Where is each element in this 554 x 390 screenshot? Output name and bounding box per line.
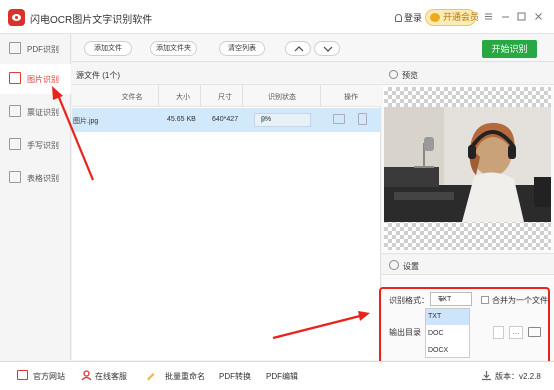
version-label: 版本：v2.2.8 (495, 372, 541, 381)
bottom-bar: 官方网站 在线客服 批量重命名 PDF转换 PDF编辑 版本：v2.2.8 (0, 361, 554, 390)
column-header-dimensions: 尺寸 (218, 94, 232, 101)
website-link[interactable]: 官方网站 (33, 371, 65, 382)
add-file-button[interactable]: 添加文件 (84, 41, 132, 56)
sidebar-item-image[interactable]: 图片识别 (0, 64, 71, 94)
chevron-down-icon (323, 46, 333, 52)
annotation-highlight-box (379, 287, 550, 365)
crown-icon (430, 13, 440, 22)
batch-rename-link[interactable]: 批量重命名 (165, 371, 205, 382)
title-bar: 闪电OCR图片文字识别软件 登录 开通会员 (0, 0, 554, 34)
login-button[interactable]: 登录 (395, 11, 422, 24)
login-label: 登录 (404, 13, 423, 23)
column-header-row: 文件名 大小 尺寸 识别状态 操作 (72, 85, 381, 107)
ticket-icon (9, 105, 21, 117)
file-list-panel: 源文件 (1个) 文件名 大小 尺寸 识别状态 操作 图片.jpg 45.65 … (72, 63, 381, 360)
sidebar-item-label: 手写识别 (27, 141, 59, 150)
column-header-name: 文件名 (121, 94, 143, 101)
chevron-up-icon (294, 46, 304, 52)
column-divider (242, 85, 243, 107)
play-icon[interactable] (261, 117, 266, 123)
sidebar-item-label: PDF识别 (27, 45, 59, 54)
clear-list-button[interactable]: 清空列表 (219, 41, 265, 56)
support-link[interactable]: 在线客服 (95, 371, 127, 382)
move-down-button[interactable] (314, 41, 340, 56)
source-files-title: 源文件 (1个) (76, 71, 120, 80)
column-header-status: 识别状态 (268, 94, 296, 101)
preview-header: 预览 (382, 63, 554, 85)
start-recognition-button[interactable]: 开始识别 (482, 40, 537, 58)
rename-icon (145, 370, 156, 381)
app-title: 闪电OCR图片文字识别软件 (30, 15, 153, 26)
column-divider (200, 85, 201, 107)
menu-icon[interactable] (483, 11, 494, 22)
pdf-icon (9, 42, 21, 54)
settings-header: 设置 (382, 253, 554, 275)
sidebar-item-label: 图片识别 (27, 75, 59, 84)
sidebar-item-handwriting[interactable]: 手写识别 (0, 130, 71, 160)
vip-button[interactable]: 开通会员 (425, 9, 480, 26)
preview-photo (384, 107, 551, 222)
pdf-edit-link[interactable]: PDF编辑 (266, 371, 298, 382)
file-name-cell: 图片.jpg (73, 118, 99, 125)
download-icon (481, 370, 492, 381)
table-row[interactable]: 图片.jpg 45.65 KB 640*427 0% (72, 108, 381, 132)
move-up-button[interactable] (285, 41, 311, 56)
file-size-cell: 45.65 KB (167, 116, 196, 123)
preview-title: 预览 (402, 71, 418, 80)
settings-title: 设置 (403, 262, 419, 271)
column-header-actions: 操作 (344, 94, 358, 101)
gear-icon (389, 260, 399, 270)
pdf-convert-link[interactable]: PDF转换 (219, 371, 251, 382)
sidebar-item-pdf[interactable]: PDF识别 (0, 34, 71, 64)
minimize-icon[interactable] (500, 11, 511, 22)
sidebar-item-label: 表格识别 (27, 174, 59, 183)
eye-icon (389, 70, 398, 79)
vip-label: 开通会员 (443, 12, 480, 22)
file-dimensions-cell: 640*427 (212, 116, 239, 123)
column-divider (158, 85, 159, 107)
recognition-progress: 0% (254, 113, 311, 127)
table-icon (9, 171, 21, 183)
image-icon (9, 72, 21, 84)
monitor-icon (17, 370, 28, 380)
open-folder-icon[interactable] (333, 114, 345, 124)
column-divider (320, 85, 321, 107)
add-folder-button[interactable]: 添加文件夹 (150, 41, 197, 56)
sidebar-item-table[interactable]: 表格识别 (0, 163, 71, 193)
delete-icon[interactable] (358, 113, 367, 125)
app-logo-icon (8, 9, 25, 26)
preview-area (384, 87, 551, 250)
support-person-icon (81, 370, 92, 381)
handwriting-icon (9, 138, 21, 150)
column-header-size: 大小 (176, 94, 190, 101)
maximize-icon[interactable] (516, 11, 527, 22)
user-icon (395, 14, 402, 22)
sidebar-item-label: 票证识别 (27, 108, 59, 117)
source-files-header: 源文件 (1个) (72, 63, 381, 85)
sidebar-item-ticket[interactable]: 票证识别 (0, 97, 71, 127)
sidebar: PDF识别 图片识别 票证识别 手写识别 表格识别 (0, 34, 71, 360)
close-icon[interactable] (533, 11, 544, 22)
